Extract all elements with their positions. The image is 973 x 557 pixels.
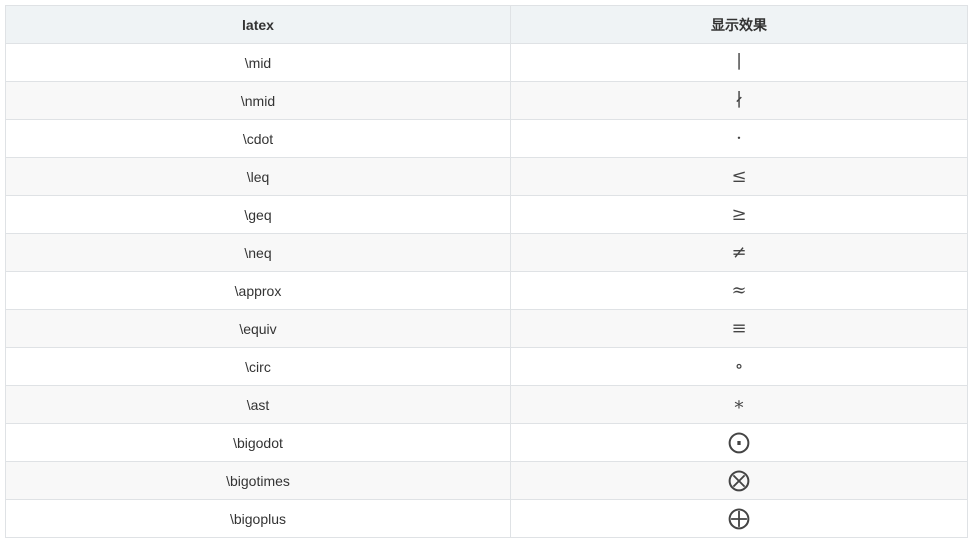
symbol-cell: ≈	[510, 271, 968, 310]
latex-command: \circ	[5, 347, 511, 386]
table-row: \cdot ⋅	[5, 119, 968, 158]
latex-command: \leq	[5, 157, 511, 196]
symbol-cell: ∣	[510, 43, 968, 82]
latex-command: \bigoplus	[5, 499, 511, 538]
latex-command: \geq	[5, 195, 511, 234]
symbol-cell: ∗	[510, 385, 968, 424]
latex-command: \approx	[5, 271, 511, 310]
latex-command: \mid	[5, 43, 511, 82]
symbol-cell: ≤	[510, 157, 968, 196]
latex-command: \bigotimes	[5, 461, 511, 500]
header-display: 显示效果	[510, 5, 968, 44]
latex-command: \bigodot	[5, 423, 511, 462]
equiv-symbol: ≡	[731, 317, 747, 339]
table-row: \circ ∘	[5, 347, 968, 386]
symbol-cell: ⋅	[510, 119, 968, 158]
latex-command: \nmid	[5, 81, 511, 120]
table-row: \nmid ∤	[5, 81, 968, 120]
geq-symbol: ≥	[731, 203, 747, 225]
table-row: \bigoplus ⨁	[5, 499, 968, 538]
latex-symbol-table: latex 显示效果 \mid ∣ \nmid ∤ \cdot ⋅ \leq ≤	[5, 5, 968, 538]
circ-symbol: ∘	[734, 355, 744, 377]
symbol-cell: ∤	[510, 81, 968, 120]
approx-symbol: ≈	[731, 279, 747, 301]
table-row: \bigodot ⨀	[5, 423, 968, 462]
bigodot-symbol: ⨀	[728, 429, 750, 455]
ast-symbol: ∗	[732, 393, 746, 415]
symbol-cell: ≥	[510, 195, 968, 234]
symbol-cell: ⨀	[510, 423, 968, 462]
bigotimes-symbol: ⨂	[728, 467, 750, 493]
latex-command: \equiv	[5, 309, 511, 348]
bigoplus-symbol: ⨁	[728, 505, 750, 531]
cdot-symbol: ⋅	[735, 127, 743, 149]
latex-symbol-table-container: latex 显示效果 \mid ∣ \nmid ∤ \cdot ⋅ \leq ≤	[5, 5, 968, 538]
table-row: \geq ≥	[5, 195, 968, 234]
leq-symbol: ≤	[731, 165, 747, 187]
latex-command: \cdot	[5, 119, 511, 158]
table-row: \ast ∗	[5, 385, 968, 424]
table-row: \approx ≈	[5, 271, 968, 310]
symbol-cell: ∘	[510, 347, 968, 386]
latex-command: \ast	[5, 385, 511, 424]
symbol-cell: ≠	[510, 233, 968, 272]
symbol-cell: ⨁	[510, 499, 968, 538]
table-row: \equiv ≡	[5, 309, 968, 348]
nmid-symbol: ∤	[734, 89, 744, 111]
table-row: \mid ∣	[5, 43, 968, 82]
neq-symbol: ≠	[731, 241, 747, 263]
latex-command: \neq	[5, 233, 511, 272]
table-row: \bigotimes ⨂	[5, 461, 968, 500]
header-latex: latex	[5, 5, 511, 44]
table-row: \leq ≤	[5, 157, 968, 196]
symbol-cell: ≡	[510, 309, 968, 348]
table-row: \neq ≠	[5, 233, 968, 272]
table-header-row: latex 显示效果	[5, 5, 968, 44]
symbol-cell: ⨂	[510, 461, 968, 500]
mid-symbol: ∣	[736, 51, 742, 73]
